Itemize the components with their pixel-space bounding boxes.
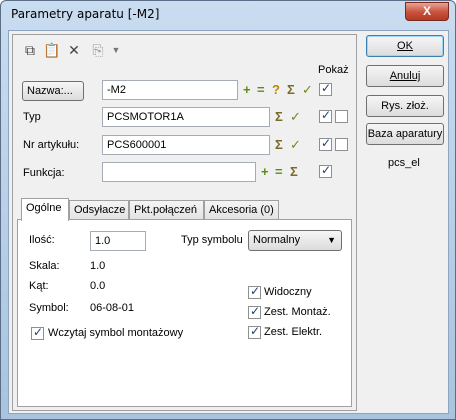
nazwa-input[interactable]: -M2 <box>102 80 238 100</box>
zest-elektr-label: Zest. Elektr. <box>264 326 323 338</box>
anuluj-button[interactable]: Anuluj <box>366 65 444 87</box>
typ-extra-checkbox[interactable] <box>335 110 348 123</box>
skala-value: 1.0 <box>90 260 106 272</box>
checkmark-icon[interactable]: ✓ <box>290 110 301 124</box>
dropdown-icon[interactable]: ▼ <box>107 41 125 59</box>
ok-button[interactable]: OK <box>366 35 444 57</box>
sigma-icon[interactable]: Σ <box>275 138 283 152</box>
typ-symbolu-label: Typ symbolu <box>181 234 243 246</box>
symbol-label: Symbol: <box>29 302 69 314</box>
sigma-icon[interactable]: Σ <box>275 110 283 124</box>
funkcja-show-checkbox[interactable] <box>319 163 332 178</box>
baza-aparatury-button[interactable]: Baza aparatury <box>366 123 444 145</box>
main-panel: ⧉ 📋 ✕ ⎘ ▼ Pokaż Nazwa:... -M2 + = ? Σ ✓ … <box>12 34 357 411</box>
anuluj-label: Anuluj <box>389 70 421 82</box>
tab-page-ogolne: Ilość: 1.0 Typ symbolu Normalny ▼ Skala:… <box>17 219 352 407</box>
rys-zloz-label: Rys. złoż. <box>381 100 429 112</box>
add-icon[interactable]: + <box>243 83 251 97</box>
chevron-down-icon: ▼ <box>327 235 336 245</box>
funkcja-label: Funkcja: <box>23 167 65 179</box>
title-bar: Parametry aparatu [-M2] X <box>1 1 455 29</box>
typ-show-checkbox[interactable] <box>319 108 332 123</box>
equals-icon[interactable]: = <box>257 83 265 97</box>
close-button[interactable]: X <box>405 2 449 21</box>
zest-montaz-checkbox[interactable] <box>248 304 261 319</box>
dialog-client: ⧉ 📋 ✕ ⎘ ▼ Pokaż Nazwa:... -M2 + = ? Σ ✓ … <box>8 30 449 414</box>
help-icon[interactable]: ? <box>272 83 280 97</box>
kat-label: Kąt: <box>29 280 49 292</box>
widoczny-checkbox[interactable] <box>248 284 261 299</box>
wczytaj-checkbox[interactable] <box>31 325 44 340</box>
nazwa-button-label: Nazwa:... <box>27 85 73 97</box>
wczytaj-label: Wczytaj symbol montażowy <box>48 327 184 339</box>
nr-artykulu-extra-checkbox[interactable] <box>335 138 348 151</box>
attach-icon[interactable]: ⎘ <box>89 41 107 59</box>
baza-aparatury-label: Baza aparatury <box>367 128 443 140</box>
checkmark-icon[interactable]: ✓ <box>302 83 313 97</box>
skala-label: Skala: <box>29 260 60 272</box>
ilosc-label: Ilość: <box>29 234 55 246</box>
rys-zloz-button[interactable]: Rys. złoż. <box>366 95 444 117</box>
ilosc-input[interactable]: 1.0 <box>90 231 146 251</box>
ok-label: OK <box>397 40 413 52</box>
nazwa-show-checkbox[interactable] <box>319 81 332 96</box>
paste-icon[interactable]: 📋 <box>43 41 61 59</box>
tab-pkt-polaczen[interactable]: Pkt.połączeń <box>129 200 204 220</box>
symbol-value: 06-08-01 <box>90 302 135 314</box>
typ-symbolu-select[interactable]: Normalny ▼ <box>248 230 342 251</box>
nr-artykulu-label: Nr artykułu: <box>23 139 80 151</box>
tab-odsylacze[interactable]: Odsyłacze <box>69 200 129 220</box>
typ-symbolu-value: Normalny <box>253 234 301 246</box>
add-icon[interactable]: + <box>261 165 269 179</box>
sigma-icon[interactable]: Σ <box>287 83 295 97</box>
funkcja-input[interactable] <box>102 162 256 182</box>
delete-icon[interactable]: ✕ <box>65 41 83 59</box>
copy-icon[interactable]: ⧉ <box>21 41 39 59</box>
equals-icon[interactable]: = <box>275 165 283 179</box>
nazwa-button[interactable]: Nazwa:... <box>22 81 84 101</box>
nr-artykulu-show-checkbox[interactable] <box>319 136 332 151</box>
sigma-icon[interactable]: Σ <box>290 165 298 179</box>
widoczny-label: Widoczny <box>264 286 312 298</box>
typ-input[interactable]: PCSMOTOR1A <box>102 107 270 127</box>
checkmark-icon[interactable]: ✓ <box>290 138 301 152</box>
kat-value: 0.0 <box>90 280 106 292</box>
typ-label: Typ <box>23 111 41 123</box>
zest-montaz-label: Zest. Montaż. <box>264 306 331 318</box>
window-title: Parametry aparatu [-M2] <box>11 7 160 21</box>
pokaz-label: Pokaż <box>318 64 349 76</box>
tab-akcesoria[interactable]: Akcesoria (0) <box>204 200 279 220</box>
dialog-window: Parametry aparatu [-M2] X ⧉ 📋 ✕ ⎘ ▼ Poka… <box>0 0 456 420</box>
library-name: pcs_el <box>388 157 420 169</box>
zest-elektr-checkbox[interactable] <box>248 324 261 339</box>
nr-artykulu-input[interactable]: PCS600001 <box>102 135 270 155</box>
tab-ogolne[interactable]: Ogólne <box>21 198 69 221</box>
